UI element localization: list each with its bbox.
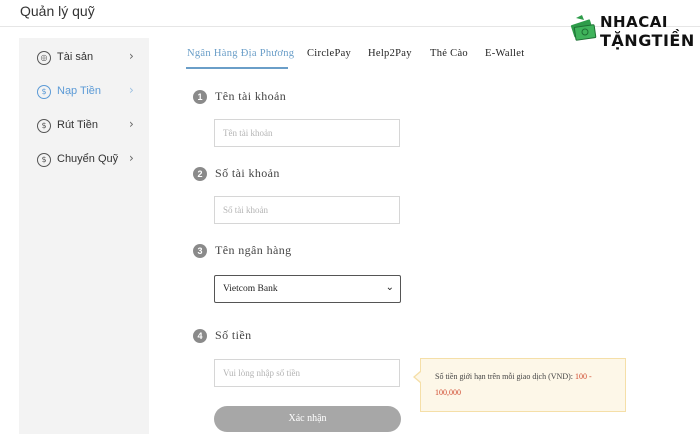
chevron-right-icon: ›: [129, 49, 134, 63]
chevron-right-icon: ›: [129, 151, 134, 165]
sidebar-item-label: Chuyển Quỹ: [57, 153, 119, 165]
page-title: Quản lý quỹ: [20, 3, 95, 19]
account-number-input[interactable]: [214, 196, 400, 224]
active-tab-indicator: [186, 67, 288, 69]
account-number-label: Số tài khoản: [215, 166, 280, 180]
sidebar-item-deposit[interactable]: $ Nạp Tiền ›: [19, 81, 149, 105]
tab-local-bank[interactable]: Ngân Hàng Địa Phương: [187, 48, 294, 59]
bank-name-label: Tên ngân hàng: [215, 243, 292, 257]
chevron-down-icon: ⌄: [385, 282, 394, 293]
bank-select[interactable]: Vietcom Bank ⌄: [214, 275, 401, 303]
money-icon: [570, 15, 597, 41]
account-name-label: Tên tài khoản: [215, 89, 287, 103]
sidebar-item-transfer[interactable]: $ Chuyển Quỹ ›: [19, 149, 149, 173]
step-number-2: 2: [193, 167, 207, 181]
amount-label: Số tiền: [215, 328, 252, 342]
logo-line2: TẶNGTIỀN: [600, 31, 695, 50]
limit-notice: Số tiền giới hạn trên mỗi giao dịch (VND…: [420, 358, 626, 412]
tab-e-wallet[interactable]: E-Wallet: [485, 48, 524, 59]
tab-help2pay[interactable]: Help2Pay: [368, 48, 412, 59]
watermark-logo: NHACAI TẶNGTIỀN: [570, 12, 694, 52]
deposit-icon: $: [37, 85, 51, 99]
amount-input[interactable]: [214, 359, 400, 387]
step-number-3: 3: [193, 244, 207, 258]
sidebar: ◎ Tài sản › $ Nạp Tiền › $ Rút Tiền › $ …: [19, 38, 149, 434]
tab-scratch-card[interactable]: Thẻ Cào: [430, 48, 468, 59]
sidebar-item-label: Rút Tiền: [57, 119, 98, 131]
bank-select-value: Vietcom Bank: [223, 284, 278, 294]
sidebar-item-withdraw[interactable]: $ Rút Tiền ›: [19, 115, 149, 139]
sidebar-item-label: Tài sản: [57, 51, 94, 63]
step-number-4: 4: [193, 329, 207, 343]
chevron-right-icon: ›: [129, 83, 134, 97]
sidebar-item-label: Nạp Tiền: [57, 85, 102, 97]
notice-pointer-fill: [415, 372, 421, 382]
chevron-right-icon: ›: [129, 117, 134, 131]
withdraw-icon: $: [37, 119, 51, 133]
transfer-icon: $: [37, 153, 51, 167]
account-name-input[interactable]: [214, 119, 400, 147]
step-number-1: 1: [193, 90, 207, 104]
tab-circlepay[interactable]: CirclePay: [307, 48, 351, 59]
asset-icon: ◎: [37, 51, 51, 65]
limit-notice-text: Số tiền giới hạn trên mỗi giao dịch (VND…: [435, 372, 573, 381]
logo-line1: NHACAI: [600, 13, 668, 31]
sidebar-item-assets[interactable]: ◎ Tài sản ›: [19, 47, 149, 71]
confirm-button[interactable]: Xác nhận: [214, 406, 401, 432]
